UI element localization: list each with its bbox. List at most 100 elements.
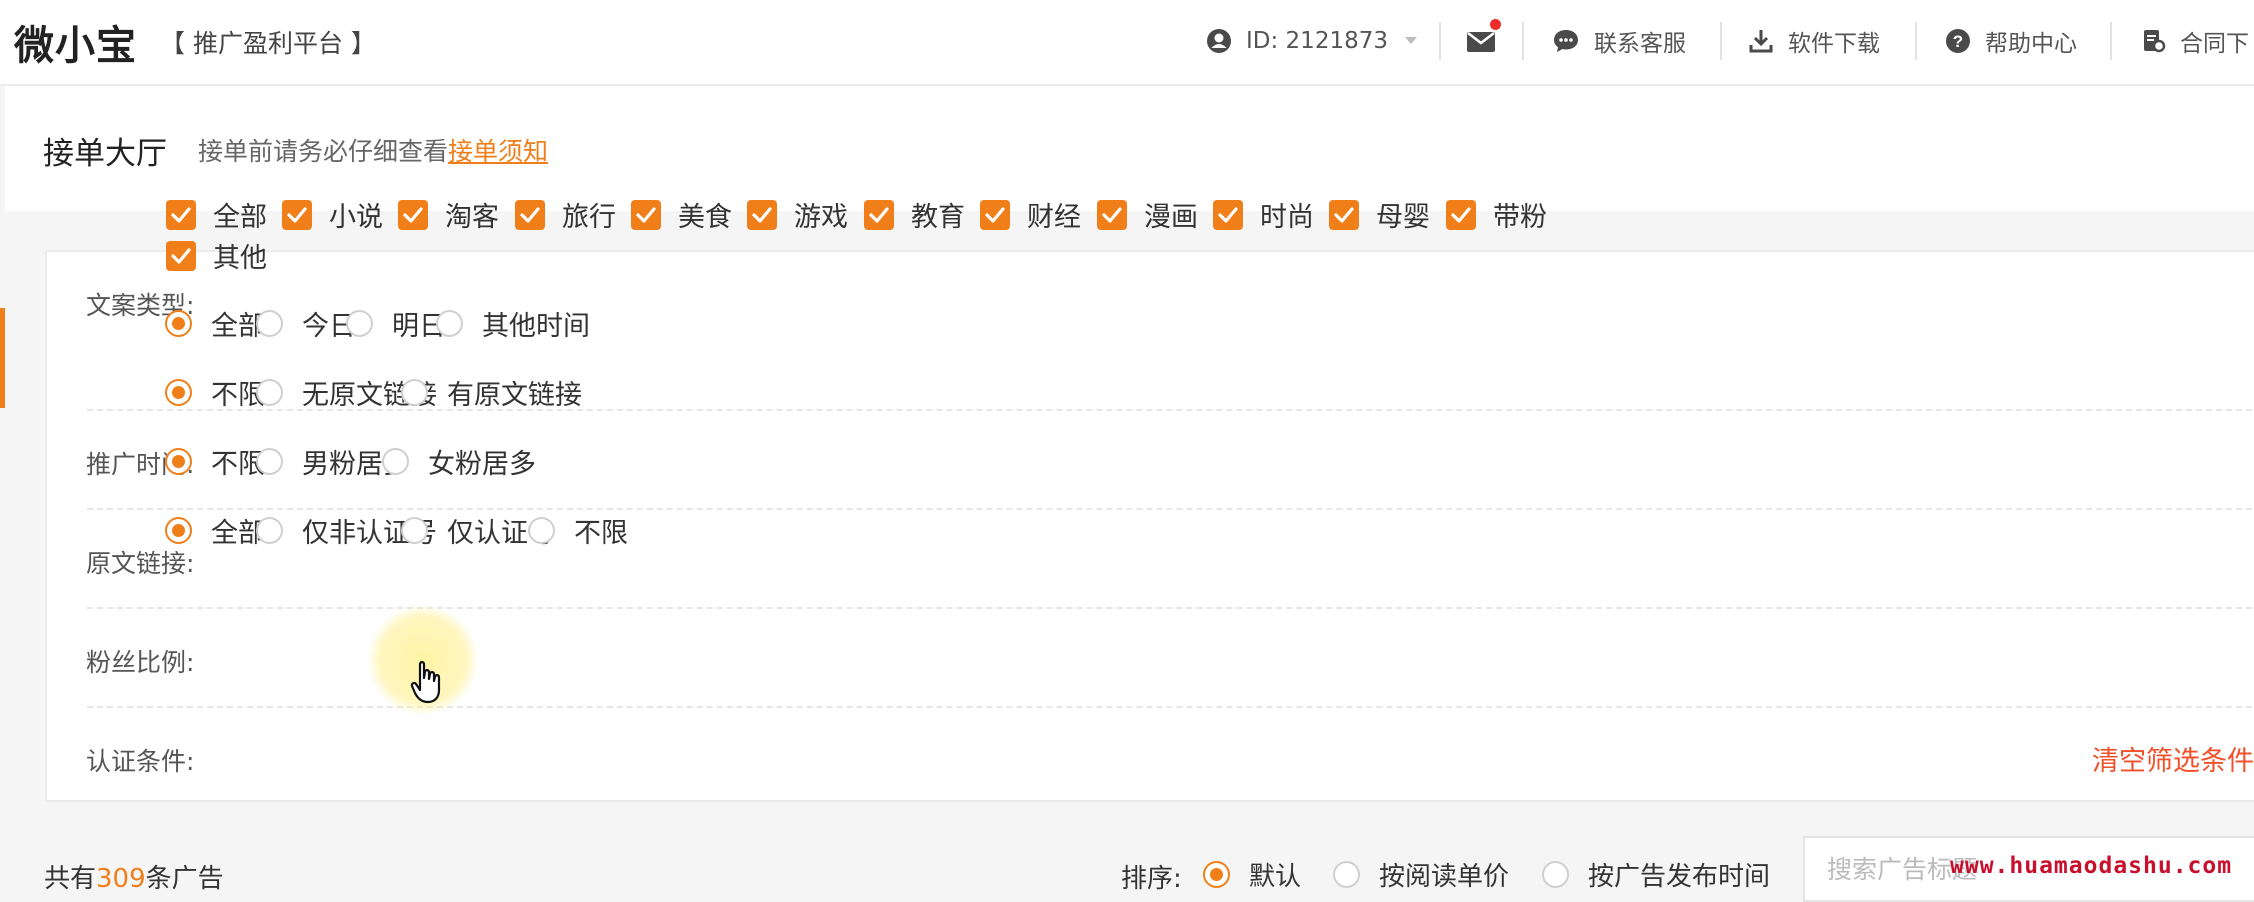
checkbox-checked[interactable] — [864, 199, 894, 230]
filter-type-option[interactable]: 全部 — [166, 195, 267, 234]
row-divider — [87, 508, 2254, 510]
filter-cert-option[interactable]: 全部 — [165, 511, 265, 550]
filter-type-option[interactable]: 带粉 — [1446, 195, 1547, 234]
option-label: 游戏 — [794, 202, 848, 233]
radio-button[interactable] — [1203, 861, 1230, 888]
divider — [1522, 22, 1524, 60]
filter-cert-option[interactable]: 不限 — [528, 511, 628, 550]
option-label: 美食 — [678, 202, 732, 233]
filter-fans-option[interactable]: 女粉居多 — [382, 442, 536, 481]
radio-button[interactable] — [1542, 861, 1569, 888]
messages-button[interactable] — [1466, 22, 1510, 60]
platform-name: 【 推广盈利平台 】 — [160, 29, 376, 58]
radio-button[interactable] — [165, 310, 192, 337]
filter-time-option[interactable]: 全部 — [165, 304, 265, 343]
filter-panel: 文案类型: 全部 小说 淘客 旅行 美食 游戏 教育 财经 漫画 时尚 母婴 带粉 其他 推广时间: 全… — [45, 199, 2254, 802]
filter-type-option[interactable]: 财经 — [980, 195, 1081, 234]
check-icon — [171, 247, 191, 264]
radio-button[interactable] — [165, 517, 192, 544]
filter-type-option[interactable]: 漫画 — [1097, 195, 1198, 234]
clear-filters-button[interactable]: 清空筛选条件 — [2092, 739, 2254, 778]
filter-fans-option[interactable]: 不限 — [165, 442, 265, 481]
ad-count-suffix: 条广告 — [145, 864, 224, 894]
radio-button[interactable] — [528, 517, 555, 544]
radio-button[interactable] — [256, 517, 283, 544]
option-label: 淘客 — [445, 202, 499, 233]
check-icon — [1102, 206, 1122, 223]
radio-button[interactable] — [256, 379, 283, 406]
option-label: 其他 — [213, 243, 267, 274]
checkbox-checked[interactable] — [398, 199, 428, 230]
option-label: 有原文链接 — [447, 380, 582, 411]
option-label: 全部 — [213, 202, 267, 233]
filter-type-option[interactable]: 小说 — [282, 195, 383, 234]
checkbox-checked[interactable] — [282, 199, 312, 230]
ad-count-prefix: 共有 — [44, 864, 97, 894]
option-label: 其他时间 — [482, 311, 590, 342]
checkbox-checked[interactable] — [1097, 199, 1127, 230]
radio-button[interactable] — [401, 517, 428, 544]
option-label: 漫画 — [1144, 202, 1198, 233]
app-logo[interactable]: 微小宝 — [14, 13, 137, 71]
option-label: 小说 — [329, 202, 383, 233]
filter-type-option[interactable]: 母婴 — [1329, 195, 1430, 234]
filter-time-option[interactable]: 明日 — [346, 304, 446, 343]
page-hint-text: 接单前请务必仔细查看 — [198, 137, 449, 166]
contract-download-label: 合同下 — [2180, 31, 2249, 57]
user-id-dropdown[interactable]: ID: 2121873 — [1206, 22, 1418, 60]
help-center-label: 帮助中心 — [1985, 31, 2077, 57]
software-download-link[interactable]: 软件下载 — [1748, 22, 1880, 60]
filter-type-option[interactable]: 其他 — [166, 236, 267, 275]
mail-icon — [1467, 32, 1495, 52]
checkbox-checked[interactable] — [1213, 199, 1243, 230]
check-icon — [636, 206, 656, 223]
radio-button[interactable] — [401, 379, 428, 406]
sort-option-label: 按阅读单价 — [1379, 862, 1510, 892]
contract-icon — [2144, 30, 2166, 53]
checkbox-checked[interactable] — [515, 199, 545, 230]
checkbox-checked[interactable] — [1446, 199, 1476, 230]
filter-type-option[interactable]: 美食 — [631, 195, 732, 234]
sort-by-publish-time[interactable]: 按广告发布时间 — [1542, 856, 1770, 893]
radio-button[interactable] — [165, 379, 192, 406]
filter-link-option[interactable]: 不限 — [165, 373, 265, 412]
contact-service-link[interactable]: 联系客服 — [1552, 22, 1686, 60]
filter-time-option[interactable]: 今日 — [256, 304, 356, 343]
checkbox-checked[interactable] — [747, 199, 777, 230]
radio-button[interactable] — [1333, 861, 1360, 888]
filter-type-option[interactable]: 淘客 — [398, 195, 499, 234]
filter-time-option[interactable]: 其他时间 — [436, 304, 590, 343]
checkbox-checked[interactable] — [1329, 199, 1359, 230]
filter-type-option[interactable]: 时尚 — [1213, 195, 1314, 234]
contract-download-link[interactable]: 合同下 — [2140, 22, 2249, 60]
checkbox-checked[interactable] — [166, 199, 196, 230]
checkbox-checked[interactable] — [980, 199, 1010, 230]
check-icon — [520, 206, 540, 223]
radio-button[interactable] — [346, 310, 373, 337]
filter-link-option[interactable]: 有原文链接 — [401, 373, 582, 412]
radio-button[interactable] — [382, 448, 409, 475]
sort-option-label: 默认 — [1249, 862, 1302, 892]
checkbox-checked[interactable] — [166, 240, 196, 271]
user-icon — [1207, 29, 1231, 53]
radio-button[interactable] — [256, 448, 283, 475]
sort-by-read-price[interactable]: 按阅读单价 — [1333, 856, 1509, 893]
hand-cursor-icon — [410, 661, 441, 704]
help-icon: ? — [1946, 29, 1970, 53]
filter-label-cert: 认证条件: — [86, 747, 195, 776]
order-rules-link[interactable]: 接单须知 — [448, 137, 548, 166]
svg-text:?: ? — [1953, 32, 1963, 51]
sort-default[interactable]: 默认 — [1203, 856, 1301, 893]
filter-type-option[interactable]: 旅行 — [515, 195, 616, 234]
checkbox-checked[interactable] — [631, 199, 661, 230]
option-label: 时尚 — [1260, 202, 1314, 233]
filter-type-option[interactable]: 教育 — [864, 195, 965, 234]
radio-button[interactable] — [436, 310, 463, 337]
option-label: 教育 — [911, 202, 965, 233]
chat-bubble-icon — [1554, 30, 1578, 52]
filter-type-option[interactable]: 游戏 — [747, 195, 848, 234]
option-label: 不限 — [574, 518, 628, 549]
radio-button[interactable] — [256, 310, 283, 337]
help-center-link[interactable]: ? 帮助中心 — [1945, 22, 2077, 60]
radio-button[interactable] — [165, 448, 192, 475]
